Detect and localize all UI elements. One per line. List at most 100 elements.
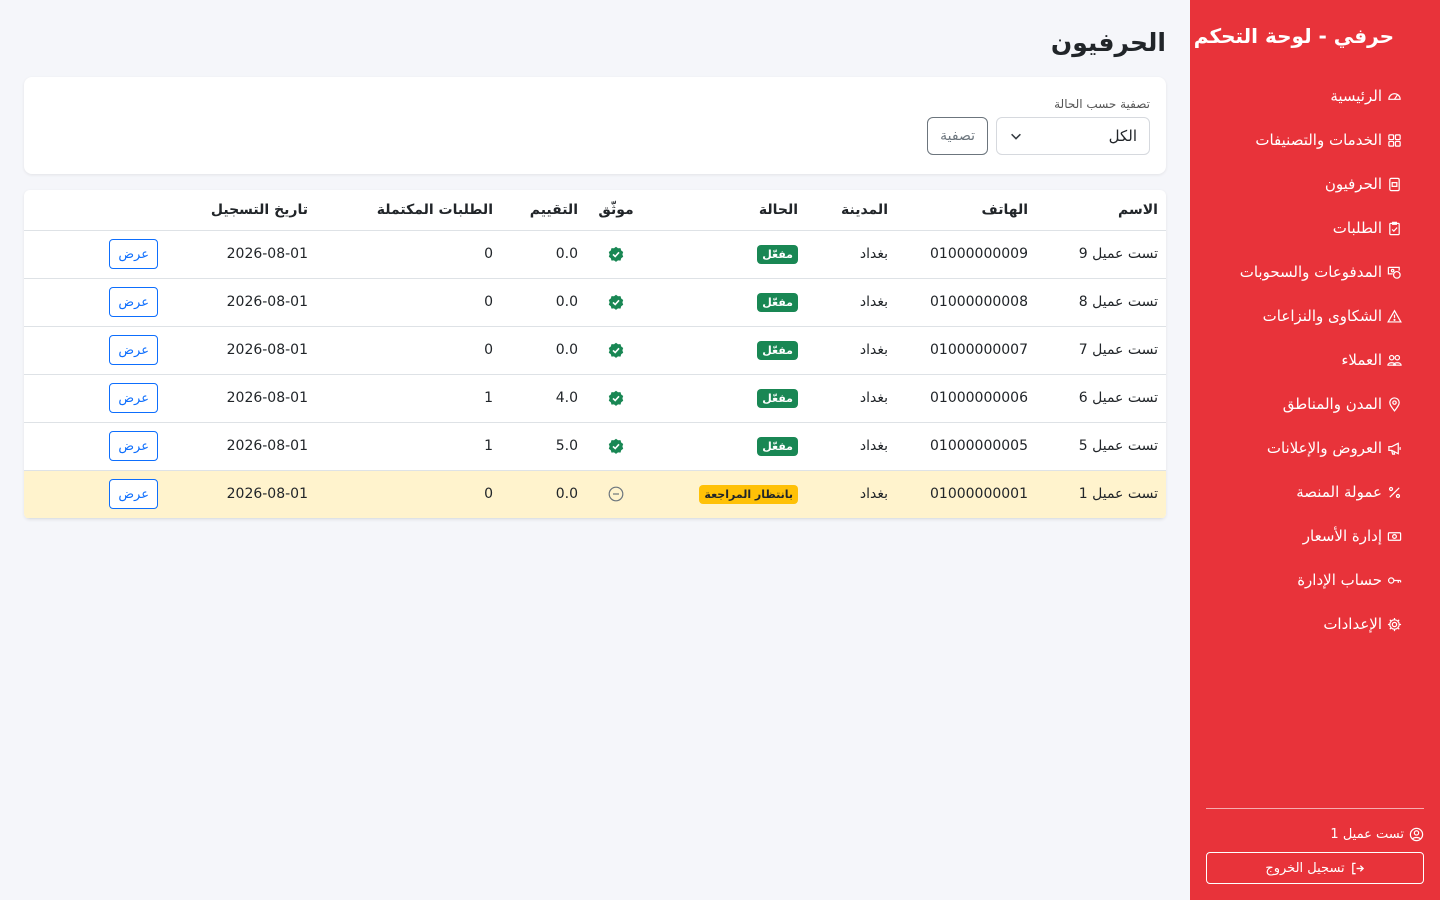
table-row: تست عميل 5 01000000005 بغداد مفعّل 5.0 1 2026-… xyxy=(24,422,1166,471)
people-icon xyxy=(1387,354,1402,366)
cell-completed: 0 xyxy=(316,278,501,327)
sidebar-item-3[interactable]: الطلبات xyxy=(1206,206,1424,250)
cell-registered: 2026-08-01 xyxy=(166,230,316,279)
cell-phone: 01000000007 xyxy=(896,326,1036,375)
table-row: تست عميل 1 01000000001 بغداد بانتظار المراج… xyxy=(24,470,1166,519)
cell-registered: 2026-08-01 xyxy=(166,422,316,471)
sidebar-item-label: الشكاوى والنزاعات xyxy=(1262,307,1382,325)
header-verified: موثّق xyxy=(586,190,646,231)
brand-title: حرفي - لوحة التحكم xyxy=(1193,24,1394,48)
cell-phone: 01000000009 xyxy=(896,230,1036,279)
status-select-value: الكل xyxy=(1108,127,1137,145)
cash-coin-icon xyxy=(1387,266,1401,279)
table-row: تست عميل 6 01000000006 بغداد مفعّل 4.0 1 2026-… xyxy=(24,374,1166,423)
verified-badge-icon xyxy=(608,438,624,454)
sidebar-item-7[interactable]: المدن والمناطق xyxy=(1206,382,1424,426)
cell-name: تست عميل 8 xyxy=(1036,278,1166,327)
sidebar-item-10[interactable]: إدارة الأسعار xyxy=(1206,514,1424,558)
sidebar-item-6[interactable]: العملاء xyxy=(1206,338,1424,382)
status-select[interactable]: الكل xyxy=(996,117,1150,155)
logout-icon xyxy=(1351,862,1364,874)
sidebar-item-1[interactable]: الخدمات والتصنيفات xyxy=(1206,118,1424,162)
view-button[interactable]: عرض xyxy=(109,383,158,413)
view-button[interactable]: عرض xyxy=(109,479,158,509)
percent-icon xyxy=(1388,486,1401,498)
user-circle-icon xyxy=(1409,827,1424,842)
sidebar-item-label: المدن والمناطق xyxy=(1282,395,1382,413)
megaphone-icon xyxy=(1388,441,1401,455)
view-button[interactable]: عرض xyxy=(109,239,158,269)
sidebar-item-label: حساب الإدارة xyxy=(1297,571,1382,589)
sidebar-item-label: عمولة المنصة xyxy=(1296,483,1382,501)
sidebar-item-label: الإعدادات xyxy=(1323,615,1382,633)
status-badge: مفعّل xyxy=(757,244,798,264)
cell-registered: 2026-08-01 xyxy=(166,326,316,375)
status-badge: مفعّل xyxy=(757,292,798,312)
sidebar-item-2[interactable]: الحرفيون xyxy=(1206,162,1424,206)
status-badge: مفعّل xyxy=(757,436,798,456)
cell-registered: 2026-08-01 xyxy=(166,470,316,519)
cell-status: مفعّل xyxy=(646,374,806,423)
brand[interactable]: حرفي - لوحة التحكم xyxy=(1194,0,1424,72)
artisans-table-card: الاسم الهاتف المدينة الحالة موثّق التقيي… xyxy=(24,190,1166,519)
header-phone: الهاتف xyxy=(896,190,1036,231)
gear-icon xyxy=(1387,617,1402,631)
cell-city: بغداد xyxy=(806,326,896,375)
clipboard-check-icon xyxy=(1389,221,1400,235)
header-rating: التقييم xyxy=(501,190,586,231)
sidebar-item-12[interactable]: الإعدادات xyxy=(1206,602,1424,646)
verified-badge-icon xyxy=(608,294,624,310)
cell-city: بغداد xyxy=(806,278,896,327)
sidebar-item-label: العروض والإعلانات xyxy=(1266,439,1382,457)
sidebar: حرفي - لوحة التحكم الرئيسية الخدمات والتص… xyxy=(1190,0,1440,900)
filter-label: تصفية حسب الحالة xyxy=(1054,97,1150,111)
page-title: الحرفيون xyxy=(1050,28,1166,57)
cash-icon xyxy=(1387,531,1402,541)
cell-registered: 2026-08-01 xyxy=(166,374,316,423)
filter-card: تصفية حسب الحالة الكل تصفية xyxy=(24,77,1166,174)
header-status: الحالة xyxy=(646,190,806,231)
location-pin-icon xyxy=(1389,396,1400,412)
sidebar-item-label: إدارة الأسعار xyxy=(1302,527,1382,545)
sidebar-item-11[interactable]: حساب الإدارة xyxy=(1206,558,1424,602)
sidebar-item-5[interactable]: الشكاوى والنزاعات xyxy=(1206,294,1424,338)
verified-badge-icon xyxy=(608,246,624,262)
cell-city: بغداد xyxy=(806,230,896,279)
sidebar-item-0[interactable]: الرئيسية xyxy=(1206,74,1424,118)
sidebar-item-4[interactable]: المدفوعات والسحوبات xyxy=(1206,250,1424,294)
view-button[interactable]: عرض xyxy=(109,287,158,317)
cell-status: مفعّل xyxy=(646,422,806,471)
sidebar-item-label: الطلبات xyxy=(1332,219,1382,237)
cell-rating: 4.0 xyxy=(501,374,586,423)
cell-completed: 0 xyxy=(316,230,501,279)
cell-city: بغداد xyxy=(806,470,896,519)
chevron-down-icon xyxy=(1011,133,1021,140)
header-registered: تاريخ التسجيل xyxy=(166,190,316,231)
filter-row: الكل تصفية xyxy=(40,117,1150,155)
table-header-row: الاسم الهاتف المدينة الحالة موثّق التقيي… xyxy=(24,190,1166,231)
key-icon xyxy=(1387,576,1402,584)
view-button[interactable]: عرض xyxy=(109,431,158,461)
view-button[interactable]: عرض xyxy=(109,335,158,365)
cell-phone: 01000000001 xyxy=(896,470,1036,519)
warning-icon xyxy=(1387,308,1402,323)
filter-button[interactable]: تصفية xyxy=(927,117,988,155)
cell-verified xyxy=(586,422,646,471)
cell-rating: 0.0 xyxy=(501,230,586,279)
cell-name: تست عميل 7 xyxy=(1036,326,1166,375)
dash-circle-icon xyxy=(608,486,624,502)
table-row: تست عميل 7 01000000007 بغداد مفعّل 0.0 0 2026-… xyxy=(24,326,1166,375)
cell-verified xyxy=(586,326,646,375)
cell-actions: عرض xyxy=(24,230,166,279)
sidebar-item-9[interactable]: عمولة المنصة xyxy=(1206,470,1424,514)
cell-status: مفعّل xyxy=(646,230,806,279)
status-badge: بانتظار المراجعة xyxy=(699,484,798,504)
sidebar-item-label: العملاء xyxy=(1341,351,1382,369)
logout-button[interactable]: تسجيل الخروج xyxy=(1206,852,1424,884)
cell-actions: عرض xyxy=(24,470,166,519)
cell-name: تست عميل 5 xyxy=(1036,422,1166,471)
sidebar-item-8[interactable]: العروض والإعلانات xyxy=(1206,426,1424,470)
cell-actions: عرض xyxy=(24,326,166,375)
header-completed: الطلبات المكتملة xyxy=(316,190,501,231)
sidebar-footer: تست عميل 1 تسجيل الخروج xyxy=(1206,808,1424,900)
